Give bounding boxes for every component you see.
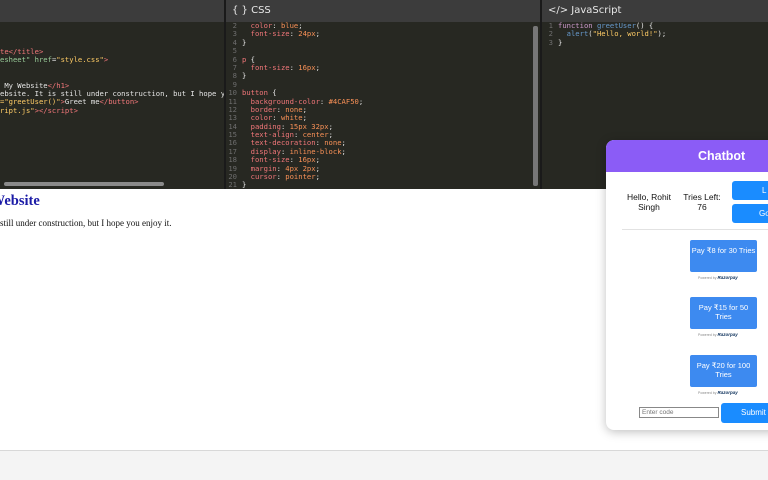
code-text: }	[242, 180, 247, 189]
razorpay-logo: Razorpay	[717, 275, 738, 280]
code-line[interactable]: 5	[226, 46, 540, 55]
css-pane-header: { } CSS	[226, 0, 540, 22]
powered-by-razorpay: Powered by Razorpay	[698, 275, 758, 280]
powered-by-razorpay: Powered by Razorpay	[698, 332, 758, 337]
code-line[interactable]: 8}	[226, 71, 540, 81]
pay-50-tries-button[interactable]: Pay ₹15 for 50 Tries	[690, 297, 757, 329]
powered-by-text: Powered by	[698, 333, 717, 337]
code-line[interactable]: esheet" href="style.css">	[0, 56, 224, 64]
vertical-scrollbar[interactable]	[533, 26, 538, 186]
js-pane-header: </> JavaScript	[542, 0, 768, 22]
code-line[interactable]: 3 font-size: 24px;	[226, 29, 540, 39]
output-heading: y Website	[0, 193, 40, 209]
bottom-bar	[0, 450, 768, 480]
powered-by-razorpay: Powered by Razorpay	[698, 390, 758, 395]
code-line[interactable]: ript.js"></script>	[0, 105, 224, 115]
code-text: alert("Hello, world!");	[566, 29, 667, 39]
code-text: ript.js"></script>	[0, 105, 78, 115]
css-code-area[interactable]: 2 color: blue; 3 font-size: 24px; 4} 5 6 p {7…	[226, 21, 540, 189]
code-text: }	[558, 37, 563, 47]
pay-100-tries-button[interactable]: Pay ₹20 for 100 Tries	[690, 355, 757, 387]
chatbot-title: Chatbot	[606, 140, 768, 172]
code-line[interactable]	[0, 65, 224, 73]
output-paragraph: still under construction, but I hope you…	[0, 218, 172, 228]
powered-by-text: Powered by	[698, 276, 717, 280]
html-pane-header	[0, 0, 224, 22]
line-number: 3	[548, 37, 553, 47]
code-line[interactable]: 20 cursor: pointer;	[226, 172, 540, 182]
html-code-area[interactable]: te</title> esheet" href="style.css"> My W…	[0, 47, 224, 189]
tries-left: Tries Left: 76	[683, 192, 721, 212]
divider	[622, 229, 768, 230]
powered-by-text: Powered by	[698, 391, 717, 395]
code-text: esheet" href="style.css">	[0, 55, 109, 65]
code-text: font-size: 16px;	[250, 62, 320, 72]
user-greeting: Hello, Rohit Singh	[627, 192, 671, 212]
css-editor-pane[interactable]: { } CSS 2 color: blue; 3 font-size: 24px;…	[226, 0, 540, 189]
code-text: font-size: 24px;	[250, 29, 320, 39]
horizontal-scrollbar[interactable]	[4, 182, 164, 186]
submit-button[interactable]: Submit t	[721, 403, 768, 423]
code-line[interactable]: 7 font-size: 16px;	[226, 62, 540, 72]
html-editor-pane[interactable]: te</title> esheet" href="style.css"> My W…	[0, 0, 224, 189]
razorpay-logo: Razorpay	[717, 332, 738, 337]
line-number: 21	[228, 180, 237, 189]
code-text: }	[242, 71, 247, 81]
code-line[interactable]: 2 alert("Hello, world!");	[542, 29, 768, 39]
login-button[interactable]: L	[732, 181, 768, 200]
chatbot-panel: Chatbot Hello, Rohit Singh Tries Left: 7…	[606, 140, 768, 430]
code-text: }	[242, 37, 247, 47]
code-line[interactable]: 3}	[542, 37, 768, 47]
code-line[interactable]: 21}	[226, 181, 540, 189]
code-text: cursor: pointer;	[250, 172, 320, 182]
pay-30-tries-button[interactable]: Pay ₹8 for 30 Tries	[690, 240, 757, 272]
razorpay-logo: Razorpay	[717, 390, 738, 395]
code-line[interactable]: 4}	[226, 37, 540, 47]
google-login-button[interactable]: Go	[732, 204, 768, 223]
code-input[interactable]	[639, 407, 719, 418]
